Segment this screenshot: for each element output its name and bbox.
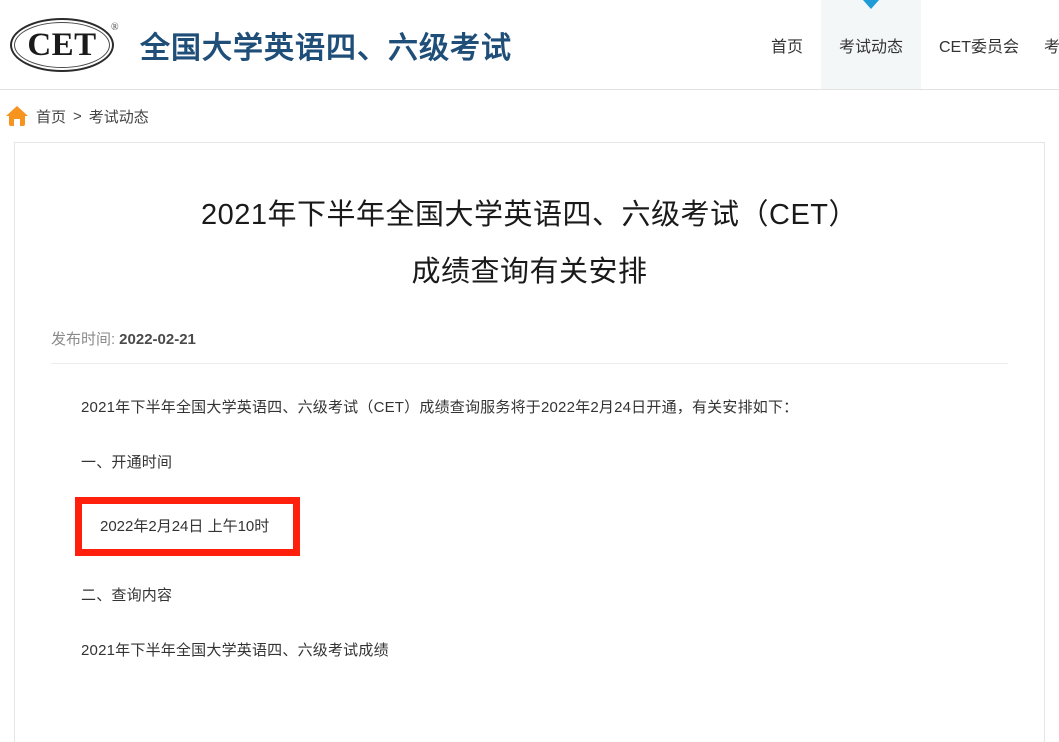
content-card: 2021年下半年全国大学英语四、六级考试（CET） 成绩查询有关安排 发布时间:… <box>14 142 1045 742</box>
registered-trademark-icon: ® <box>111 22 119 33</box>
publish-meta: 发布时间: 2022-02-21 <box>51 328 1008 365</box>
nav-item-cet-committee-label: CET委员会 <box>938 38 1019 56</box>
article-heading-2: 二、查询内容 <box>81 587 173 605</box>
brand[interactable]: CET ® 全国大学英语四、六级考试 <box>8 8 512 82</box>
page-title: 2021年下半年全国大学英语四、六级考试（CET） 成绩查询有关安排 <box>15 143 1044 300</box>
breadcrumb-separator: > <box>73 107 82 125</box>
home-icon-door <box>14 119 20 126</box>
nav-item-overflow-label: 考 <box>1044 38 1059 56</box>
chevron-down-icon <box>862 0 879 9</box>
article-paragraph-2: 2021年下半年全国大学英语四、六级考试成绩 <box>81 641 389 659</box>
nav-item-home[interactable]: 首页 <box>753 0 821 89</box>
breadcrumb: 首页 > 考试动态 <box>0 90 149 142</box>
nav-item-exam-news[interactable]: 考试动态 <box>820 0 921 89</box>
publish-time-value: 2022-02-21 <box>119 331 196 349</box>
breadcrumb-item-home[interactable]: 首页 <box>36 106 66 127</box>
page-title-line-1: 2021年下半年全国大学英语四、六级考试（CET） <box>200 199 858 231</box>
home-icon[interactable] <box>6 106 28 126</box>
page-title-line-2: 成绩查询有关安排 <box>411 255 648 288</box>
cet-logo[interactable]: CET ® <box>8 14 126 76</box>
highlighted-open-time: 2022年2月24日 上午10时 <box>75 497 301 557</box>
main-nav: 首页 考试动态 CET委员会 考 <box>753 0 1059 89</box>
article-heading-1: 一、开通时间 <box>81 453 173 471</box>
brand-title: 全国大学英语四、六级考试 <box>140 32 512 65</box>
logo-text: CET <box>27 27 97 63</box>
article-paragraph-1: 2021年下半年全国大学英语四、六级考试（CET）成绩查询服务将于2022年2月… <box>81 399 799 417</box>
nav-item-overflow[interactable]: 考 <box>1037 0 1059 89</box>
publish-time-label: 发布时间: <box>51 331 116 349</box>
nav-item-exam-news-label: 考试动态 <box>838 38 903 56</box>
highlight-row: 2022年2月24日 上午10时 <box>75 497 978 557</box>
nav-item-home-label: 首页 <box>770 38 803 56</box>
site-header: CET ® 全国大学英语四、六级考试 首页 考试动态 CET委员会 考 <box>0 0 1059 90</box>
nav-item-cet-committee[interactable]: CET委员会 <box>921 0 1037 89</box>
breadcrumb-item-exam-news[interactable]: 考试动态 <box>89 106 149 127</box>
article-body: 2021年下半年全国大学英语四、六级考试（CET）成绩查询服务将于2022年2月… <box>15 364 1044 665</box>
